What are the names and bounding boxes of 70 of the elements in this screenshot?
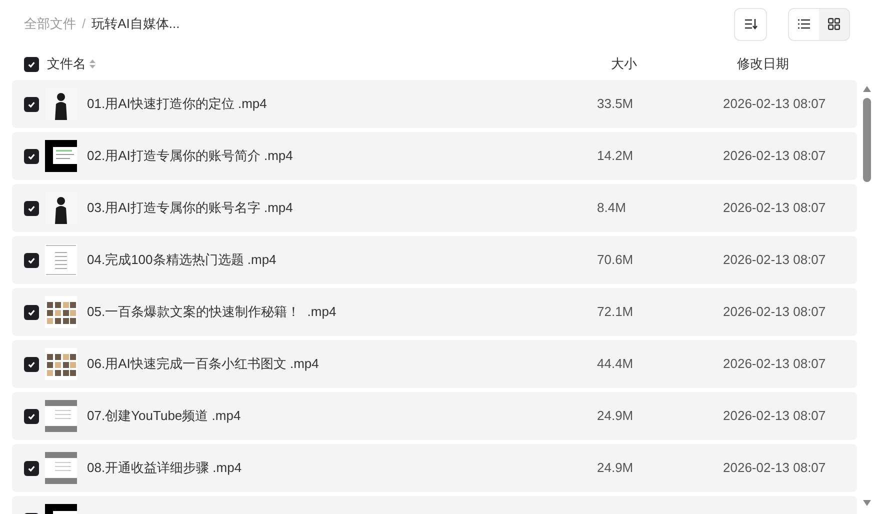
file-name: 06.用AI快速完成一百条小红书图文 .mp4: [87, 355, 320, 374]
video-thumbnail: [45, 296, 77, 328]
video-thumbnail: [45, 452, 77, 484]
checkbox[interactable]: [24, 356, 39, 372]
file-row[interactable]: 01.用AI快速打造你的定位 .mp4 33.5M 2026-02-13 08:07: [12, 80, 857, 128]
modified-date: 2026-02-13 08:07: [723, 199, 826, 218]
checkbox[interactable]: [24, 252, 39, 268]
file-row[interactable]: 02.用AI打造专属你的账号简介 .mp4 14.2M 2026-02-13 08:07: [12, 132, 857, 180]
file-size: 33.5M: [597, 95, 634, 114]
check-icon: [27, 152, 36, 160]
sort-button[interactable]: [734, 8, 767, 40]
check-icon: [27, 204, 36, 212]
list-icon: [798, 19, 810, 29]
modified-date: 2026-02-13 08:07: [723, 147, 826, 166]
file-size: 44.4M: [597, 355, 634, 374]
checkbox[interactable]: [24, 304, 39, 320]
file-row[interactable]: 04.完成100条精选热门选题 .mp4 70.6M 2026-02-13 08:07: [12, 236, 857, 284]
scroll-down-icon[interactable]: [863, 500, 871, 506]
file-row[interactable]: 03.用AI打造专属你的账号名字 .mp4 8.4M 2026-02-13 08:07: [12, 184, 857, 232]
check-icon: [27, 464, 36, 472]
file-size: 24.9M: [597, 459, 634, 478]
check-icon: [27, 256, 36, 264]
check-icon: [27, 412, 36, 420]
check-icon: [27, 60, 36, 68]
column-header[interactable]: 修改日期: [737, 54, 789, 74]
check-icon: [27, 360, 36, 368]
file-row[interactable]: 05.一百条爆款文案的快速制作秘籍！ .mp4 72.1M 2026-02-13 08:07: [12, 288, 857, 336]
modified-date: 2026-02-13 08:07: [723, 251, 826, 270]
video-thumbnail: [45, 400, 77, 432]
file-name: 07.创建YouTube频道 .mp4: [87, 407, 242, 426]
checkbox[interactable]: [24, 408, 39, 424]
checkbox[interactable]: [24, 148, 39, 164]
sort-arrows-icon: [89, 59, 96, 69]
file-row[interactable]: 08.开通收益详细步骤 .mp4 24.9M 2026-02-13 08:07: [12, 444, 857, 492]
checkbox[interactable]: [24, 96, 39, 112]
file-name: 08.开通收益详细步骤 .mp4: [87, 459, 243, 478]
video-thumbnail: [45, 348, 77, 380]
breadcrumb-separator: /: [82, 15, 86, 34]
file-size: 24.9M: [597, 407, 634, 426]
video-thumbnail: [45, 244, 77, 276]
scrollbar-thumb[interactable]: [863, 98, 871, 182]
file-size: 72.1M: [597, 303, 634, 322]
file-name: 01.用AI快速打造你的定位 .mp4: [87, 95, 268, 114]
modified-date: 2026-02-13 08:07: [723, 355, 826, 374]
check-icon: [27, 100, 36, 108]
checkbox[interactable]: [24, 56, 39, 72]
video-thumbnail: [45, 140, 77, 172]
check-icon: [27, 308, 36, 316]
list-view-button[interactable]: [789, 8, 819, 40]
file-name: 05.一百条爆款文案的快速制作秘籍！ .mp4: [87, 303, 338, 322]
file-row[interactable]: 06.用AI快速完成一百条小红书图文 .mp4 44.4M 2026-02-13 08:07: [12, 340, 857, 388]
modified-date: 2026-02-13 08:07: [723, 407, 826, 426]
checkbox[interactable]: [24, 460, 39, 476]
column-header[interactable]: 文件名: [47, 54, 86, 74]
modified-date: 2026-02-13 08:07: [723, 459, 826, 478]
breadcrumb-item[interactable]: 玩转AI自媒体...: [92, 14, 180, 34]
modified-date: 2026-02-13 08:07: [723, 95, 826, 114]
file-name: 03.用AI打造专属你的账号名字 .mp4: [87, 199, 294, 218]
grid-icon: [828, 18, 840, 30]
file-size: 70.6M: [597, 251, 634, 270]
file-name: 02.用AI打造专属你的账号简介 .mp4: [87, 147, 294, 166]
file-row[interactable]: 07.创建YouTube频道 .mp4 24.9M 2026-02-13 08:07: [12, 392, 857, 440]
file-name: 04.完成100条精选热门选题 .mp4: [87, 251, 278, 270]
file-size: 8.4M: [597, 199, 627, 218]
scroll-up-icon[interactable]: [863, 86, 871, 92]
sort-icon: [744, 18, 758, 30]
modified-date: 2026-02-13 08:07: [723, 303, 826, 322]
column-header[interactable]: 大小: [611, 54, 737, 74]
checkbox[interactable]: [24, 200, 39, 216]
file-size: 14.2M: [597, 147, 634, 166]
